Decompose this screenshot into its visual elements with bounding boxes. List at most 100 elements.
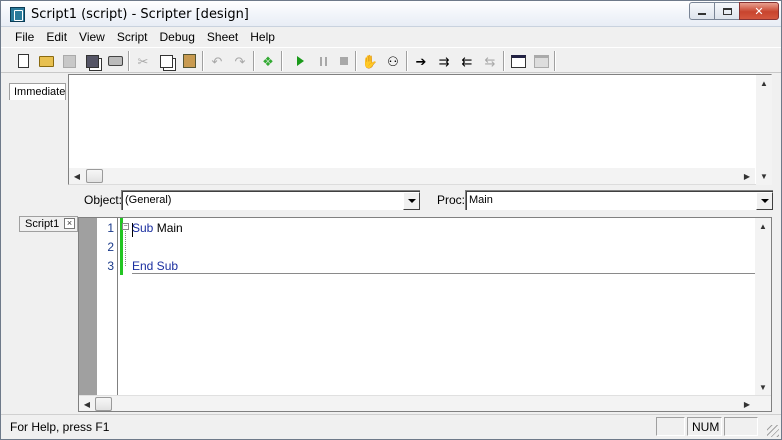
run-button[interactable] xyxy=(290,51,310,71)
menu-sheet[interactable]: Sheet xyxy=(201,27,244,47)
object-label: Object: xyxy=(84,193,123,207)
menu-bar: File Edit View Script Debug Sheet Help xyxy=(1,27,781,47)
scripter-app-icon[interactable] xyxy=(10,7,25,22)
save-icon xyxy=(62,54,76,68)
save-all-icon xyxy=(85,54,99,68)
paste-button[interactable] xyxy=(179,51,199,71)
copy-button[interactable] xyxy=(156,51,176,71)
code-editor[interactable]: 1 2 3 − Sub Main End Sub ▲ ▼ ◀ ▶ xyxy=(78,217,772,412)
code-keyword: End Sub xyxy=(132,259,179,273)
immediate-vertical-scrollbar[interactable]: ▲ ▼ xyxy=(756,75,772,185)
toolbar-separator xyxy=(128,51,130,71)
toolbar: ✂ ↶ ↷ ❖ ✋ ⚇ ➔ ⇉ ⇇ ⇆ xyxy=(1,47,781,73)
proc-select-value: Main xyxy=(469,194,493,206)
line-number: 3 xyxy=(107,259,114,273)
quick-watch-button[interactable]: ⚇ xyxy=(383,51,403,71)
editor-horizontal-scrollbar[interactable]: ◀ ▶ xyxy=(79,395,771,411)
toolbar-separator xyxy=(355,51,357,71)
open-folder-icon xyxy=(38,55,54,67)
line-number: 1 xyxy=(107,221,114,235)
run-icon xyxy=(296,56,304,66)
scrollbar-thumb[interactable] xyxy=(95,397,112,411)
step-out-button[interactable]: ⇇ xyxy=(457,51,477,71)
minimize-icon xyxy=(698,13,706,15)
proc-dropdown-button[interactable] xyxy=(756,192,773,210)
step-over-button[interactable]: ⇉ xyxy=(434,51,454,71)
undo-button[interactable]: ↶ xyxy=(207,51,227,71)
editor-vertical-scrollbar[interactable]: ▲ ▼ xyxy=(755,218,771,395)
open-button[interactable] xyxy=(36,51,56,71)
scroll-up-arrow-icon[interactable]: ▲ xyxy=(756,75,772,91)
step-to-cursor-icon: ⇆ xyxy=(484,53,496,69)
save-all-button[interactable] xyxy=(82,51,102,71)
step-into-icon: ➔ xyxy=(415,53,427,69)
menu-help[interactable]: Help xyxy=(244,27,281,47)
object-select-value: (General) xyxy=(125,194,172,206)
pause-button[interactable] xyxy=(313,51,333,71)
collapse-icon[interactable]: − xyxy=(122,223,129,230)
save-button[interactable] xyxy=(59,51,79,71)
userform-button[interactable] xyxy=(508,51,528,71)
cut-button[interactable]: ✂ xyxy=(133,51,153,71)
scroll-right-arrow-icon[interactable]: ▶ xyxy=(739,168,755,184)
print-button[interactable] xyxy=(105,51,125,71)
scroll-down-arrow-icon[interactable]: ▼ xyxy=(756,168,772,184)
scroll-left-arrow-icon[interactable]: ◀ xyxy=(79,396,95,412)
paste-icon xyxy=(182,54,196,68)
scroll-right-arrow-icon[interactable]: ▶ xyxy=(739,396,755,412)
menu-view[interactable]: View xyxy=(73,27,111,47)
properties-button[interactable] xyxy=(531,51,551,71)
stop-button[interactable] xyxy=(334,51,354,71)
menu-file[interactable]: File xyxy=(9,27,40,47)
line-numbers: 1 2 3 xyxy=(97,218,118,395)
proc-select[interactable]: Main xyxy=(465,190,773,210)
scrollbar-thumb[interactable] xyxy=(86,169,103,183)
undo-icon: ↶ xyxy=(211,53,223,69)
properties-icon xyxy=(533,54,549,68)
menu-script[interactable]: Script xyxy=(111,27,154,47)
toolbar-separator xyxy=(253,51,255,71)
tab-script1[interactable]: Script1 × xyxy=(19,216,78,232)
breakpoint-button[interactable]: ✋ xyxy=(360,51,380,71)
step-to-cursor-button[interactable]: ⇆ xyxy=(480,51,500,71)
fold-guide xyxy=(125,231,126,266)
references-button[interactable]: ❖ xyxy=(258,51,278,71)
object-dropdown-button[interactable] xyxy=(403,192,420,210)
new-document-icon xyxy=(17,54,29,68)
code-line[interactable]: Sub Main xyxy=(132,221,183,235)
redo-icon: ↷ xyxy=(234,53,246,69)
status-num-indicator: NUM xyxy=(687,417,722,436)
scroll-left-arrow-icon[interactable]: ◀ xyxy=(69,168,85,184)
maximize-icon xyxy=(722,7,732,15)
proc-label: Proc: xyxy=(437,193,466,207)
redo-button[interactable]: ↷ xyxy=(230,51,250,71)
scroll-up-arrow-icon[interactable]: ▲ xyxy=(755,218,771,234)
menu-debug[interactable]: Debug xyxy=(154,27,201,47)
maximize-button[interactable] xyxy=(714,2,740,20)
code-text: Main xyxy=(153,221,183,235)
editor-tabstrip: Script1 × xyxy=(1,214,78,414)
immediate-horizontal-scrollbar[interactable]: ◀ ▶ xyxy=(69,168,755,184)
toolbar-separator xyxy=(406,51,408,71)
copy-icon xyxy=(159,54,173,68)
object-select[interactable]: (General) xyxy=(121,190,420,210)
menu-edit[interactable]: Edit xyxy=(40,27,73,47)
title-bar[interactable]: Script1 (script) - Scripter [design] ✕ xyxy=(1,1,781,27)
toolbar-separator xyxy=(554,51,556,71)
minimize-button[interactable] xyxy=(689,2,715,20)
scroll-down-arrow-icon[interactable]: ▼ xyxy=(755,379,771,395)
close-button[interactable]: ✕ xyxy=(739,2,779,20)
references-icon: ❖ xyxy=(262,53,274,69)
step-into-button[interactable]: ➔ xyxy=(411,51,431,71)
resize-grip-icon[interactable] xyxy=(767,425,779,437)
code-line[interactable]: End Sub xyxy=(132,259,178,273)
selector-bar: Object: (General) Proc: Main xyxy=(1,188,781,214)
print-icon xyxy=(107,56,123,66)
close-tab-icon[interactable]: × xyxy=(64,218,75,229)
tab-immediate[interactable]: Immediate xyxy=(9,83,66,100)
new-document-button[interactable] xyxy=(13,51,33,71)
window-title: Script1 (script) - Scripter [design] xyxy=(31,7,249,22)
breakpoint-hand-icon: ✋ xyxy=(361,53,379,69)
immediate-tabstrip: Immediate xyxy=(1,74,69,189)
breakpoint-gutter[interactable] xyxy=(79,218,97,395)
